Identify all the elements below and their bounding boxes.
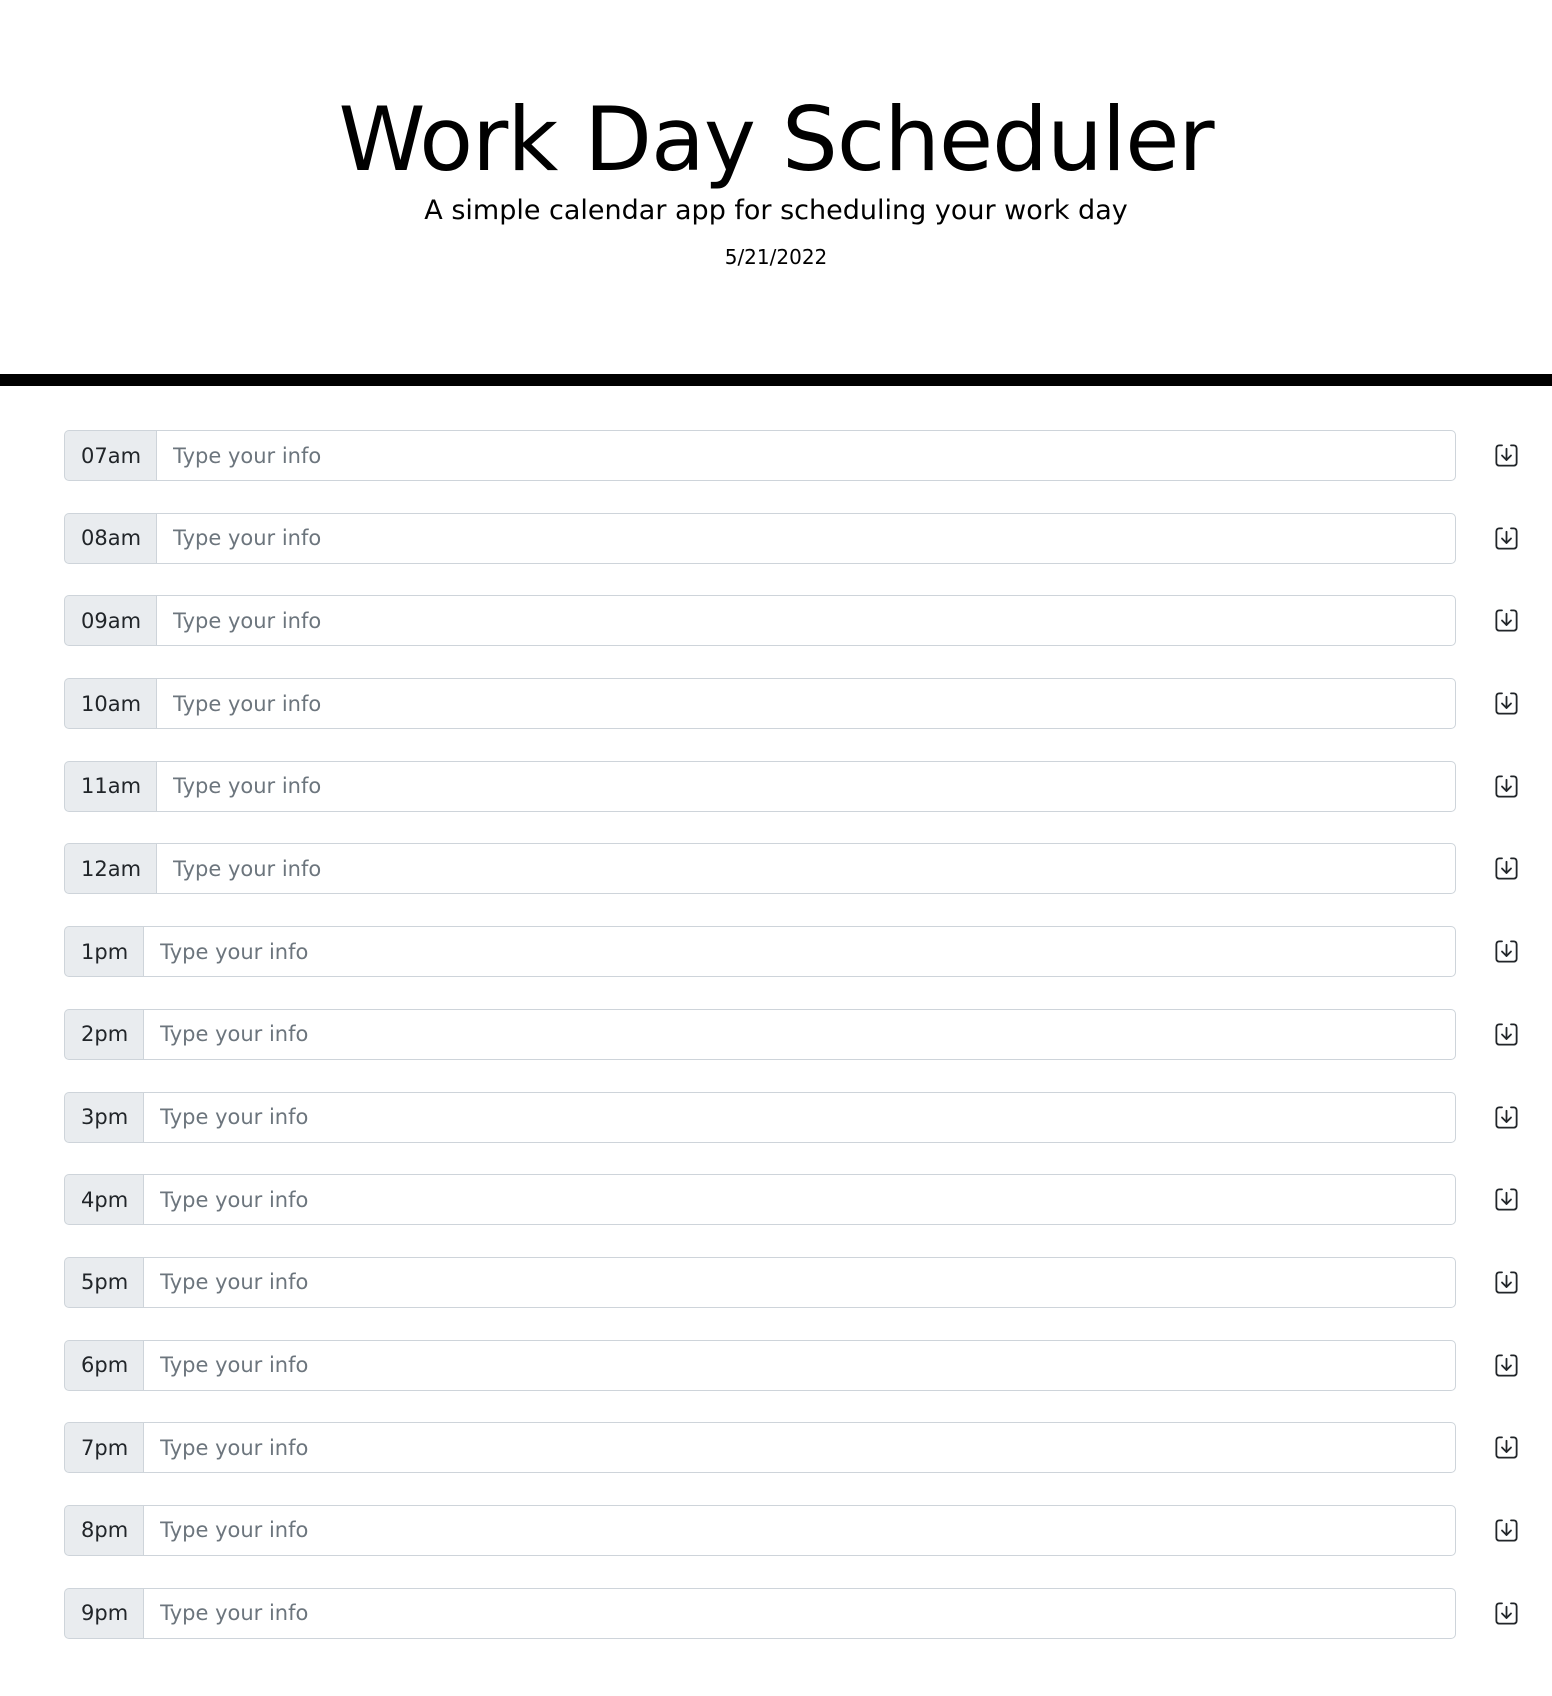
hour-label: 3pm xyxy=(64,1091,144,1143)
header-divider xyxy=(0,374,1552,386)
save-download-icon xyxy=(1495,1602,1518,1625)
save-button[interactable] xyxy=(1493,1600,1520,1627)
task-input[interactable] xyxy=(156,430,1456,481)
task-input[interactable] xyxy=(143,1256,1456,1308)
save-download-icon xyxy=(1495,609,1518,632)
time-block: 1pm xyxy=(64,926,1520,978)
hour-label: 08am xyxy=(64,512,157,564)
task-input[interactable] xyxy=(143,1008,1456,1060)
save-button[interactable] xyxy=(1493,1434,1520,1461)
save-download-icon xyxy=(1495,692,1518,715)
hour-label: 4pm xyxy=(64,1174,144,1226)
task-input[interactable] xyxy=(143,1174,1456,1226)
task-input[interactable] xyxy=(156,595,1456,647)
save-button[interactable] xyxy=(1493,442,1520,469)
save-button[interactable] xyxy=(1493,1352,1520,1379)
page-header: Work Day Scheduler A simple calendar app… xyxy=(0,0,1552,374)
current-date: 5/21/2022 xyxy=(724,245,828,269)
time-block: 07am xyxy=(64,430,1520,481)
task-input[interactable] xyxy=(143,1091,1456,1143)
task-input[interactable] xyxy=(156,678,1456,730)
hour-label: 12am xyxy=(64,843,157,895)
task-input[interactable] xyxy=(156,760,1456,812)
save-button[interactable] xyxy=(1493,855,1520,882)
save-button[interactable] xyxy=(1493,1517,1520,1544)
save-button[interactable] xyxy=(1493,1021,1520,1048)
save-download-icon xyxy=(1495,1354,1518,1377)
task-input[interactable] xyxy=(143,926,1456,978)
save-download-icon xyxy=(1495,857,1518,880)
save-button[interactable] xyxy=(1493,1104,1520,1131)
hour-label: 6pm xyxy=(64,1339,144,1391)
save-download-icon xyxy=(1495,775,1518,798)
time-block: 11am xyxy=(64,760,1520,812)
schedule-list: 07am 08am 09am xyxy=(64,430,1520,1670)
save-download-icon xyxy=(1495,1105,1518,1129)
save-download-icon xyxy=(1495,1271,1518,1294)
hour-label: 2pm xyxy=(64,1008,144,1060)
time-block: 2pm xyxy=(64,1008,1520,1060)
save-download-icon xyxy=(1495,444,1518,467)
task-input[interactable] xyxy=(143,1339,1456,1391)
save-download-icon xyxy=(1495,940,1518,963)
time-block: 09am xyxy=(64,595,1520,647)
task-input[interactable] xyxy=(156,512,1456,564)
save-download-icon xyxy=(1495,527,1518,550)
time-block: 9pm xyxy=(64,1587,1520,1639)
time-block: 3pm xyxy=(64,1091,1520,1143)
task-input[interactable] xyxy=(143,1422,1456,1474)
hour-label: 9pm xyxy=(64,1587,144,1639)
page-title: Work Day Scheduler xyxy=(338,88,1214,191)
hour-label: 07am xyxy=(64,430,157,481)
time-block: 5pm xyxy=(64,1256,1520,1308)
hour-label: 5pm xyxy=(64,1256,144,1308)
time-block: 12am xyxy=(64,843,1520,895)
time-block: 10am xyxy=(64,678,1520,730)
save-download-icon xyxy=(1495,1023,1518,1046)
hour-label: 10am xyxy=(64,678,157,730)
save-button[interactable] xyxy=(1493,1186,1520,1213)
save-button[interactable] xyxy=(1493,525,1520,552)
save-button[interactable] xyxy=(1493,690,1520,717)
save-button[interactable] xyxy=(1493,938,1520,965)
hour-label: 1pm xyxy=(64,926,144,978)
save-download-icon xyxy=(1495,1188,1518,1211)
save-download-icon xyxy=(1495,1519,1518,1542)
task-input[interactable] xyxy=(156,843,1456,895)
time-block: 4pm xyxy=(64,1174,1520,1226)
time-block: 08am xyxy=(64,512,1520,564)
page-subtitle: A simple calendar app for scheduling you… xyxy=(424,195,1128,226)
task-input[interactable] xyxy=(143,1504,1456,1556)
hour-label: 7pm xyxy=(64,1422,144,1474)
save-button[interactable] xyxy=(1493,607,1520,634)
save-download-icon xyxy=(1495,1436,1518,1459)
hour-label: 11am xyxy=(64,760,157,812)
time-block: 8pm xyxy=(64,1504,1520,1556)
time-block: 7pm xyxy=(64,1422,1520,1474)
hour-label: 8pm xyxy=(64,1504,144,1556)
task-input[interactable] xyxy=(143,1587,1456,1639)
hour-label: 09am xyxy=(64,595,157,647)
time-block: 6pm xyxy=(64,1339,1520,1391)
save-button[interactable] xyxy=(1493,1269,1520,1296)
save-button[interactable] xyxy=(1493,773,1520,800)
